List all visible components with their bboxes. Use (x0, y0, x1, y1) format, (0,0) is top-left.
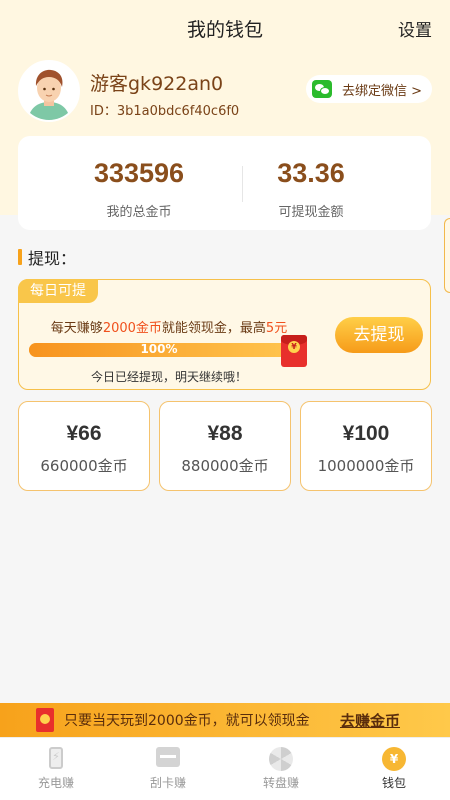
username: 游客gk922an0 (90, 73, 224, 95)
daily-description: 每天赚够2000金币就能领现金，最高5元 (19, 317, 319, 336)
avatar-image (20, 62, 78, 120)
bind-wechat-label: 去绑定微信 > (341, 83, 422, 99)
daily-desc-coins: 2000金币 (102, 321, 162, 336)
wallet-icon: ¥ (382, 747, 406, 771)
option-amount: ¥66 (66, 422, 102, 445)
withdraw-button[interactable]: 去提现 (335, 317, 423, 353)
withdrawable-amount-label: 可提现金额 (278, 205, 344, 220)
daily-progress-bar: 100% (29, 342, 289, 357)
total-coins-value: 333596 (93, 158, 185, 188)
option-coins: 880000金币 (181, 457, 269, 475)
charge-icon (44, 747, 68, 771)
nav-label: 钱包 (381, 776, 406, 790)
option-coins: 1000000金币 (317, 457, 415, 475)
settings-button[interactable]: 设置 (398, 16, 432, 41)
daily-note: 今日已经提现，明天继续哦！ (90, 370, 247, 384)
option-coins: 660000金币 (40, 457, 128, 475)
side-tab[interactable] (444, 218, 450, 293)
nav-item-wheel[interactable]: 转盘赚 (225, 738, 337, 800)
title-bar: 我的钱包 设置 (0, 0, 450, 56)
withdraw-section-title: 提现： (18, 245, 76, 269)
stats-card: 333596 我的总金币 33.36 可提现金额 (18, 136, 431, 230)
nav-label: 刮卡赚 (149, 776, 186, 790)
withdrawable-amount-stat: 33.36 可提现金额 (216, 158, 406, 220)
wheel-icon (269, 747, 293, 771)
daily-tag: 每日可提 (18, 279, 98, 303)
user-id: ID：3b1a0bdc6f40c6f0 (90, 104, 240, 119)
withdraw-option-88[interactable]: ¥88 880000金币 (159, 401, 291, 491)
withdraw-option-100[interactable]: ¥100 1000000金币 (300, 401, 432, 491)
nav-item-wallet[interactable]: ¥ 钱包 (338, 738, 450, 800)
earn-coins-link[interactable]: 去赚金币 (340, 710, 400, 731)
total-coins-stat: 333596 我的总金币 (44, 158, 234, 220)
daily-desc-prefix: 每天赚够 (50, 321, 103, 336)
section-accent-bar (18, 249, 22, 265)
red-packet-icon: ¥ (281, 335, 307, 367)
nav-item-scratch[interactable]: 刮卡赚 (112, 738, 224, 800)
daily-desc-max: 5元 (265, 321, 288, 336)
nav-label: 充电赚 (37, 776, 74, 790)
daily-desc-mid: 就能领现金，最高 (161, 321, 266, 336)
option-amount: ¥88 (207, 422, 243, 445)
daily-withdraw-card: 每日可提 每天赚够2000金币就能领现金，最高5元 100% ¥ 今日已经提现，… (18, 279, 431, 390)
bind-wechat-button[interactable]: 去绑定微信 > (305, 75, 432, 103)
promo-text: 只要当天玩到2000金币，就可以领现金 (64, 713, 310, 729)
nav-item-charge[interactable]: 充电赚 (0, 738, 112, 800)
option-amount: ¥100 (342, 422, 390, 445)
avatar[interactable] (18, 60, 80, 122)
withdrawable-amount-value: 33.36 (277, 158, 345, 188)
daily-progress-text: 100% (140, 342, 178, 356)
withdraw-section-label: 提现： (28, 249, 77, 268)
nav-label: 转盘赚 (262, 776, 299, 790)
promo-banner: 只要当天玩到2000金币，就可以领现金 去赚金币 (0, 703, 450, 737)
withdraw-option-66[interactable]: ¥66 660000金币 (18, 401, 150, 491)
total-coins-label: 我的总金币 (106, 205, 172, 220)
page-title: 我的钱包 (186, 19, 263, 41)
bottom-nav: 充电赚 刮卡赚 转盘赚 ¥ 钱包 (0, 737, 450, 800)
scratch-card-icon (156, 747, 180, 771)
red-packet-icon (36, 708, 54, 732)
wechat-icon (311, 80, 332, 98)
